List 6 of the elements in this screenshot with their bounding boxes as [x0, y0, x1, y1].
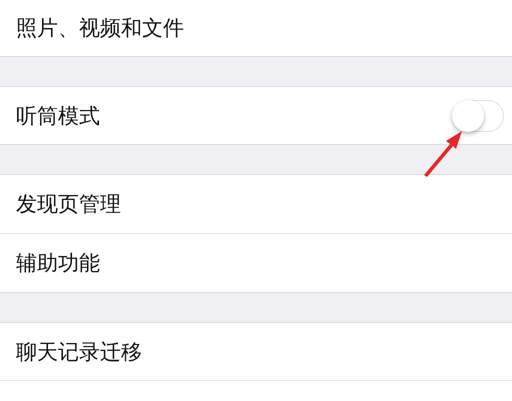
setting-label: 聊天记录迁移 — [16, 338, 142, 366]
setting-label: 听筒模式 — [16, 102, 100, 130]
toggle-switch[interactable] — [452, 100, 504, 132]
setting-label: 辅助功能 — [16, 250, 100, 277]
setting-label: 照片、视频和文件 — [16, 15, 184, 42]
setting-label: 发现页管理 — [16, 191, 121, 218]
